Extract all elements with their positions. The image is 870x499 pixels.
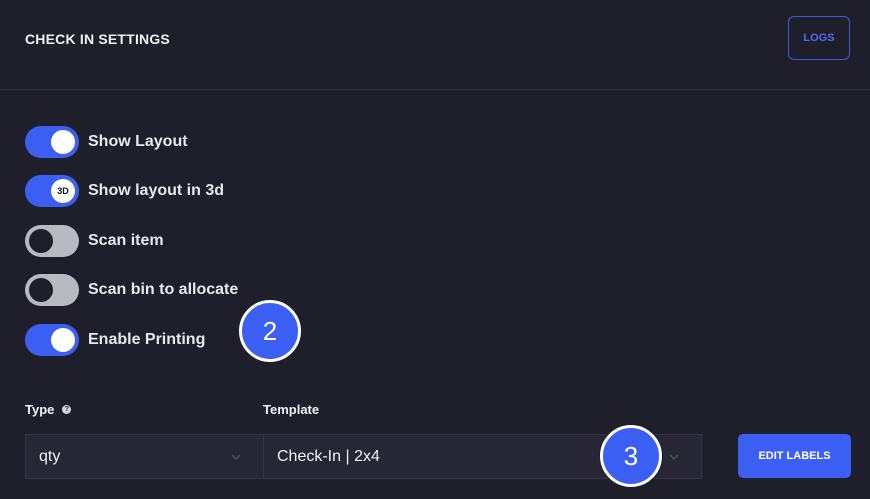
logs-button[interactable]: LOGS (788, 16, 850, 60)
toggle-row-scan-bin[interactable]: Scan bin to allocate (25, 274, 238, 306)
template-label-text: Template (263, 402, 320, 417)
template-field-label: Template (263, 402, 319, 417)
enable-printing-toggle[interactable] (25, 324, 79, 356)
scan-item-toggle[interactable] (25, 225, 79, 257)
type-select[interactable]: qty (25, 434, 264, 479)
chevron-down-icon (669, 454, 679, 460)
toggle-label: Show layout in 3d (88, 182, 225, 199)
settings-header: CHECK IN SETTINGS LOGS (0, 0, 870, 90)
toggle-row-show-layout[interactable]: Show Layout (25, 126, 188, 158)
toggle-row-show-layout-3d[interactable]: 3D Show layout in 3d (25, 175, 224, 207)
toggle-row-scan-item[interactable]: Scan item (25, 225, 164, 257)
toggle-knob (29, 278, 53, 302)
chevron-down-icon (231, 454, 241, 460)
toggle-row-enable-printing[interactable]: Enable Printing (25, 324, 205, 356)
toggle-knob (51, 130, 75, 154)
toggle-label: Show Layout (88, 133, 188, 150)
info-icon[interactable]: ? (62, 405, 72, 414)
toggle-label: Enable Printing (88, 331, 206, 348)
toggle-label: Scan bin to allocate (88, 281, 239, 298)
page-title: CHECK IN SETTINGS (25, 31, 170, 47)
toggle-knob (29, 229, 53, 253)
3d-knob-icon: 3D (51, 179, 75, 203)
step-badge-3: 3 (600, 425, 662, 487)
type-field-label: Type ? (25, 402, 72, 417)
edit-labels-button[interactable]: EDIT LABELS (738, 434, 851, 478)
scan-bin-toggle[interactable] (25, 274, 79, 306)
show-layout-toggle[interactable] (25, 126, 79, 158)
type-select-value: qty (39, 447, 61, 465)
step-badge-2: 2 (239, 300, 301, 362)
type-label-text: Type (25, 402, 55, 417)
toggle-knob (51, 328, 75, 352)
toggle-label: Scan item (88, 232, 164, 249)
show-layout-3d-toggle[interactable]: 3D (25, 175, 79, 207)
